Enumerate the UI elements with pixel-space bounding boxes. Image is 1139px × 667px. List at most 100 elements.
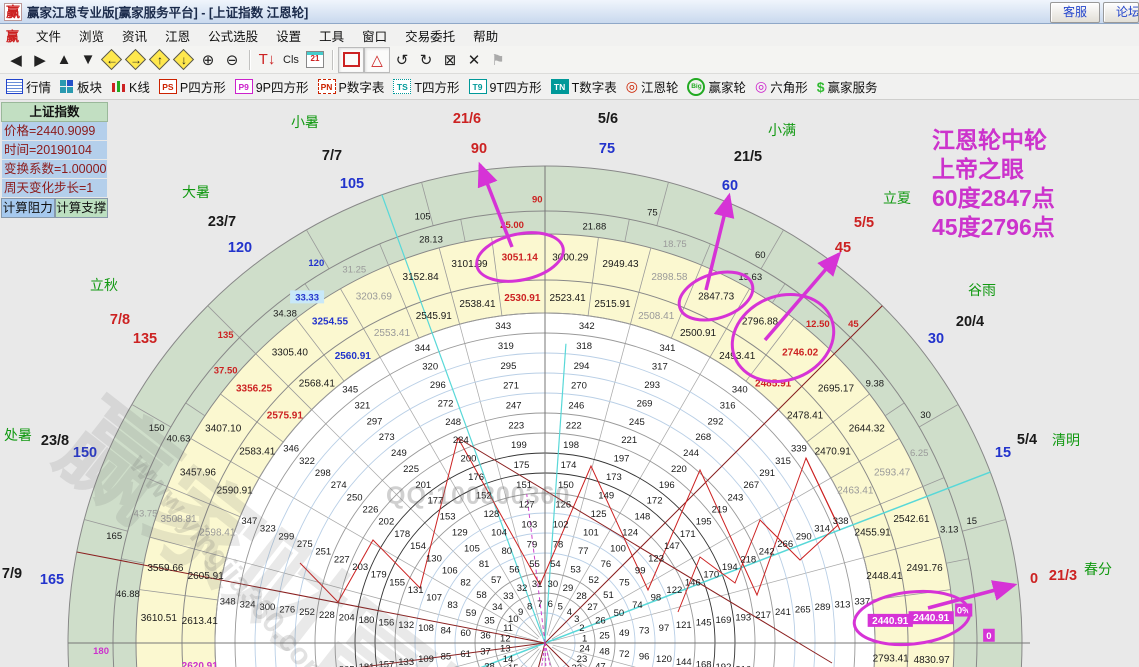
wheel-outer-label: 立秋 bbox=[90, 277, 118, 293]
wheel-label: 3610.51 bbox=[141, 613, 178, 624]
wheel-label: 108 bbox=[418, 623, 434, 634]
tool-kline[interactable]: K线 bbox=[111, 77, 150, 96]
wheel-label: 150 bbox=[558, 480, 574, 491]
menu-item-设置[interactable]: 设置 bbox=[267, 26, 310, 45]
zoom-in-icon[interactable]: ⊕ bbox=[196, 48, 220, 72]
wheel-label: 344 bbox=[415, 343, 431, 354]
info-row-3: 周天变化步长=1 bbox=[1, 179, 108, 198]
wheel-label: 35 bbox=[484, 616, 495, 627]
wheel-label: 227 bbox=[334, 554, 350, 565]
wheel-outer-label: 21/3 bbox=[1049, 568, 1077, 584]
nav-left-icon[interactable]: ◀ bbox=[4, 48, 28, 72]
rotate-cw-icon[interactable]: ↻ bbox=[414, 48, 438, 72]
menu-item-交易委托[interactable]: 交易委托 bbox=[396, 26, 464, 45]
p-table-label: P数字表 bbox=[338, 81, 385, 95]
nav-down-icon[interactable]: ▼ bbox=[76, 48, 100, 72]
pin-icon[interactable]: ⚑ bbox=[486, 48, 510, 72]
wheel-label: 107 bbox=[426, 593, 442, 604]
chart-area[interactable]: 0 15 30 45 60 75 90 105 120 135 150 165 180 0% 3.13 6.2… bbox=[0, 100, 1139, 667]
wheel-label: 318 bbox=[576, 341, 592, 352]
wheel-label: 128 bbox=[483, 509, 499, 520]
wheel-outer-label: 75 bbox=[599, 141, 615, 157]
menu-item-浏览[interactable]: 浏览 bbox=[70, 26, 113, 45]
t-table-label: T数字表 bbox=[571, 81, 617, 95]
menu-item-帮助[interactable]: 帮助 bbox=[464, 26, 507, 45]
rotate-ccw-icon[interactable]: ↺ bbox=[390, 48, 414, 72]
cls-button[interactable]: Cls bbox=[279, 48, 303, 72]
wheel-label: 219 bbox=[712, 505, 728, 516]
wheel-outer-label: 23/8 bbox=[41, 433, 69, 449]
tool-9t-square[interactable]: T9 9T四方形 bbox=[468, 77, 542, 96]
tool-quotes[interactable]: 行情 bbox=[6, 77, 51, 96]
menu-item-窗口[interactable]: 窗口 bbox=[353, 26, 396, 45]
wheel-label: 9 bbox=[518, 607, 523, 618]
wheel-label: 135 bbox=[218, 330, 235, 341]
wheel-label: 273 bbox=[379, 432, 395, 443]
wheel-label: 3203.69 bbox=[356, 291, 393, 302]
app-logo-icon: 赢 bbox=[4, 2, 22, 21]
calc-support-button[interactable]: 计算支撑 bbox=[54, 198, 108, 218]
wheel-label: 3051.14 bbox=[502, 252, 539, 263]
wheel-label: 193 bbox=[735, 612, 751, 623]
tool-t-table[interactable]: TN T数字表 bbox=[550, 77, 617, 96]
wheel-label: 5 bbox=[558, 602, 563, 613]
pan-up-icon[interactable]: ↑ bbox=[148, 48, 172, 72]
wheel-outer-label: 120 bbox=[228, 240, 252, 256]
shrink-icon[interactable]: ✕ bbox=[462, 48, 486, 72]
toolbar-gann-tools: 行情 板块 K线 PS P四方形 P9 9P四方形 PN P数字表 TS T四方形 T9 9T四方形 TN… bbox=[0, 74, 1139, 100]
toolbar-separator bbox=[249, 49, 250, 70]
gann-wheel[interactable]: 01530456075901051201351501651800%3.136.2… bbox=[0, 100, 1139, 667]
wheel-label: 156 bbox=[378, 618, 394, 629]
nav-right-icon[interactable]: ▶ bbox=[28, 48, 52, 72]
box-select-icon[interactable]: ⊠ bbox=[438, 48, 462, 72]
wheel-label: 3305.40 bbox=[272, 348, 309, 359]
info-row-2: 变换系数=1.00000 bbox=[1, 160, 108, 179]
zoom-out-icon[interactable]: ⊖ bbox=[220, 48, 244, 72]
tool-winner-wheel[interactable]: Big 赢家轮 bbox=[687, 77, 746, 96]
wheel-label: 293 bbox=[644, 380, 660, 391]
title-bar[interactable]: 赢 赢家江恩专业版[赢家服务平台] - [上证指数 江恩轮] 客服 论坛 bbox=[0, 0, 1139, 24]
tool-sectors[interactable]: 板块 bbox=[60, 77, 102, 96]
menu-item-公式选股[interactable]: 公式选股 bbox=[199, 26, 267, 45]
wheel-label: 2613.41 bbox=[182, 616, 219, 627]
wheel-label: 105 bbox=[415, 212, 431, 223]
tool-p-table[interactable]: PN P数字表 bbox=[317, 77, 385, 96]
wheel-label: 2583.41 bbox=[239, 446, 276, 457]
calendar-icon[interactable]: 21 bbox=[303, 48, 327, 72]
nav-up-icon[interactable]: ▲ bbox=[52, 48, 76, 72]
menu-item-工具[interactable]: 工具 bbox=[310, 26, 353, 45]
wheel-label: 122 bbox=[666, 585, 682, 596]
menu-item-文件[interactable]: 文件 bbox=[27, 26, 70, 45]
wheel-label: 2598.41 bbox=[199, 527, 236, 538]
menu-item-江恩[interactable]: 江恩 bbox=[156, 26, 199, 45]
wheel-label: 2491.76 bbox=[906, 563, 943, 574]
wheel-label: 345 bbox=[342, 385, 358, 396]
tool-t-square[interactable]: TS T四方形 bbox=[393, 77, 460, 96]
tool-gann-wheel[interactable]: ◎ 江恩轮 bbox=[626, 77, 679, 96]
wheel-label: 157 bbox=[378, 659, 394, 667]
pan-right-icon[interactable]: → bbox=[124, 48, 148, 72]
tool-9p-square[interactable]: P9 9P四方形 bbox=[234, 77, 309, 96]
tool-p-square[interactable]: PS P四方形 bbox=[158, 77, 226, 96]
wheel-label: 314 bbox=[814, 524, 830, 535]
tool-winner-service[interactable]: $ 赢家服务 bbox=[817, 77, 878, 96]
menu-item-资讯[interactable]: 资讯 bbox=[113, 26, 156, 45]
wheel-label: 0 bbox=[986, 631, 991, 642]
calc-resistance-button[interactable]: 计算阻力 bbox=[1, 198, 55, 218]
forum-button[interactable]: 论坛 bbox=[1103, 2, 1139, 23]
wheel-label: 266 bbox=[777, 539, 793, 550]
wheel-label: 90 bbox=[532, 195, 543, 206]
triangle-tool-icon[interactable]: △ bbox=[364, 46, 390, 73]
service-button[interactable]: 客服 bbox=[1049, 2, 1100, 23]
rect-tool-icon[interactable] bbox=[338, 46, 364, 73]
wheel-label: 198 bbox=[563, 440, 579, 451]
pan-down-icon[interactable]: ↓ bbox=[172, 48, 196, 72]
pan-left-icon[interactable]: ← bbox=[100, 48, 124, 72]
application-window: 赢 赢家江恩专业版[赢家服务平台] - [上证指数 江恩轮] 客服 论坛 赢文件浏… bbox=[0, 0, 1139, 667]
wheel-label: 228 bbox=[319, 610, 335, 621]
wheel-label: 338 bbox=[833, 516, 849, 527]
sort-icon[interactable]: T↓ bbox=[255, 48, 279, 72]
wheel-label: 15 bbox=[967, 516, 978, 527]
tool-hexagon[interactable]: ◎ 六角形 bbox=[755, 77, 808, 96]
quotes-icon bbox=[6, 79, 23, 94]
